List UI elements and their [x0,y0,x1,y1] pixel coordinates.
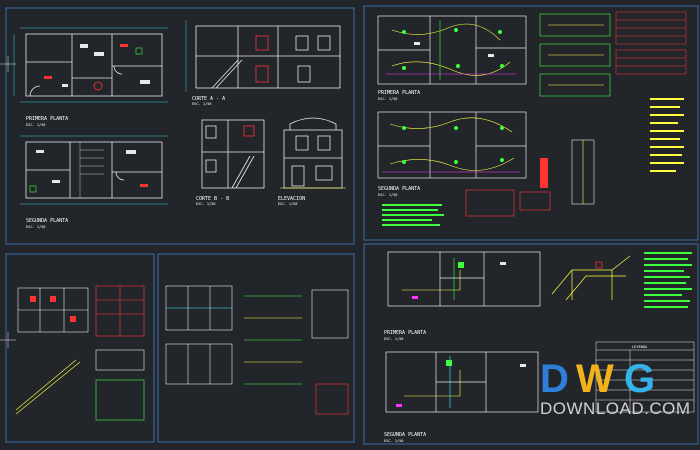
plan1-title: PRIMERA PLANTA [26,116,68,122]
plan1-scale: ESC. 1/50 [26,123,45,127]
elevation-scale: ESC. 1/50 [278,202,297,206]
plan2-scale: ESC. 1/50 [26,225,45,229]
sanitary-isometric [551,255,631,301]
plan-first-floor [13,27,168,103]
foundation-plan [17,287,89,333]
sheet-structure-border [5,253,155,443]
slab-details [244,289,349,415]
stair-detail [15,349,145,421]
sanitary-plan-second-floor [385,351,539,413]
single-line-diagrams [539,13,611,97]
cad-crosshair-cursor [0,56,16,348]
sanitary-plan1-scale: ESC. 1/50 [384,337,403,341]
watermark-text: DOWNLOAD.COM [540,399,691,418]
watermark-letter-w: W [576,357,614,401]
electrical-plan2-scale: ESC. 1/50 [378,193,397,197]
plan-second-floor-fixtures [29,150,148,193]
electrical-plan1-scale: ESC. 1/50 [378,97,397,101]
legend-title: LEYENDA [632,345,648,349]
watermark-letter-d: D [540,357,569,401]
cad-drawing: PRIMERA PLANTA ESC. 1/50 SEGUNDA PLANTA … [0,5,699,445]
electrical-notes [382,204,444,226]
watermark-letter-g: G [624,357,655,401]
sanitary-plan1-title: PRIMERA PLANTA [384,330,426,336]
plan-first-floor-fixtures [44,44,150,91]
section-bb-scale: ESC. 1/50 [196,202,215,206]
sanitary-plan2-scale: ESC. 1/50 [384,439,403,443]
sheet-architecture-border [5,7,355,245]
section-bb [201,119,265,189]
section-aa-scale: ESC. 1/50 [192,102,211,106]
dwg-download-logo: D W G DOWNLOAD.COM [540,357,691,418]
sanitary-plan-second-floor-fixtures [396,360,526,407]
cad-model-space[interactable]: PRIMERA PLANTA ESC. 1/50 SEGUNDA PLANTA … [0,0,700,450]
beam-details [165,285,233,385]
front-elevation [280,117,346,189]
electrical-plan-second-floor-symbols [402,126,504,164]
plan2-title: SEGUNDA PLANTA [26,218,68,224]
panel-schedule-tables [615,11,687,75]
plan-second-floor [20,135,168,205]
sanitary-notes [644,252,692,308]
section-aa [185,20,341,92]
symbols-legend [650,98,684,172]
electrical-plan-first-floor [377,15,527,85]
sanitary-plan-first-floor [387,251,541,307]
electrical-plan1-title: PRIMERA PLANTA [378,90,420,96]
electrical-plan-second-floor [377,111,527,179]
electrical-plan2-title: SEGUNDA PLANTA [378,186,420,192]
sanitary-plan-first-floor-fixtures [412,262,506,299]
column-details [95,285,145,337]
sanitary-plan2-title: SEGUNDA PLANTA [384,432,426,438]
